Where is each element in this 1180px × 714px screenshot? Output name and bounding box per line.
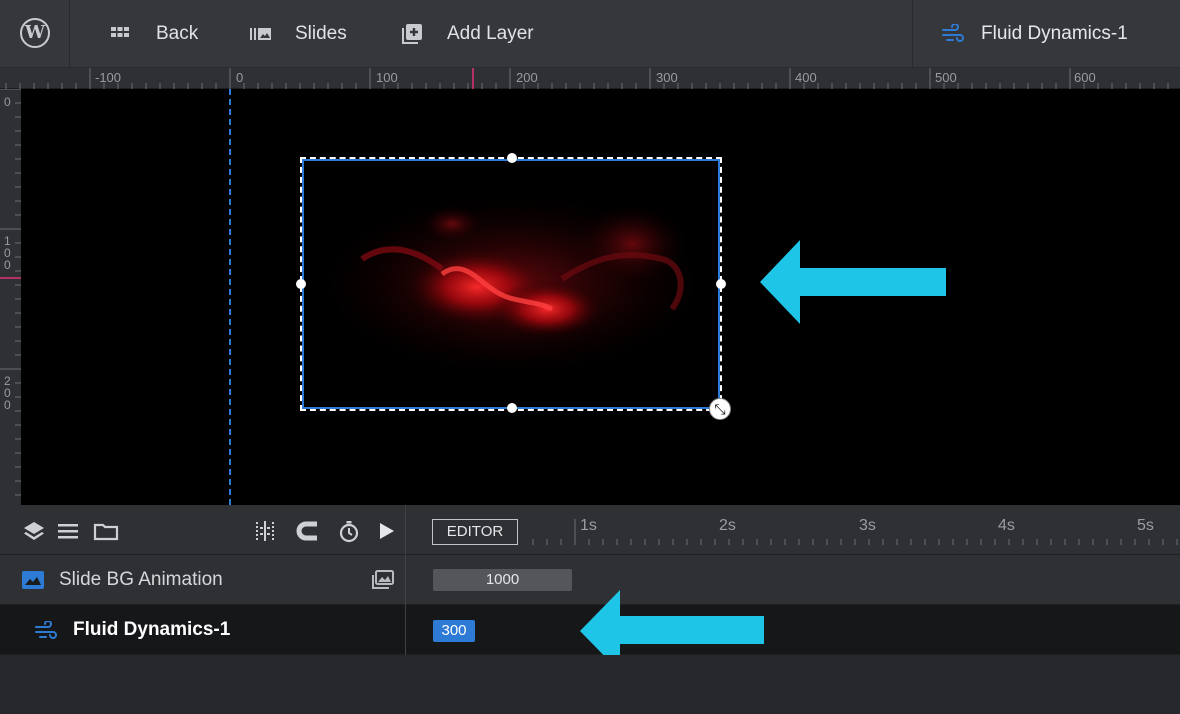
slides-button[interactable]: Slides xyxy=(249,0,347,68)
menu-icon[interactable] xyxy=(56,519,80,543)
wordpress-logo-area[interactable]: W xyxy=(0,0,70,68)
ruler-label-200: 200 xyxy=(516,70,538,85)
background-images-icon[interactable] xyxy=(372,570,394,590)
magnet-icon[interactable] xyxy=(295,519,319,543)
fluid-dynamics-layer-icon xyxy=(35,621,57,639)
duration-bar-slide-bg[interactable]: 1000 xyxy=(433,569,572,591)
current-layer-selector[interactable]: Fluid Dynamics-1 xyxy=(912,0,1180,68)
panel-divider xyxy=(405,505,406,655)
grid-icon xyxy=(111,27,129,37)
add-layer-icon xyxy=(402,24,422,44)
empty-layer-area xyxy=(0,655,1180,714)
ruler-label-500: 500 xyxy=(935,70,957,85)
slides-label: Slides xyxy=(295,23,347,44)
top-toolbar: W Back Slides Add Layer Fluid Dynamics-1 xyxy=(0,0,1180,68)
add-layer-button[interactable]: Add Layer xyxy=(401,0,534,68)
timeline-toolbar: EDITOR 1s 2s 3s 4s 5s xyxy=(0,505,1180,555)
layer-name-fluid-dynamics: Fluid Dynamics-1 xyxy=(73,619,231,640)
timeline-ruler xyxy=(532,519,1178,545)
folder-icon[interactable] xyxy=(93,519,119,543)
time-mark-2s: 2s xyxy=(719,517,736,534)
ruler-ticks xyxy=(5,68,1169,89)
duration-bar-fluid-dynamics[interactable]: 300 xyxy=(433,620,475,642)
layer-row-fluid-dynamics[interactable]: Fluid Dynamics-1 300 xyxy=(0,590,1180,672)
layers-icon[interactable] xyxy=(22,519,46,543)
ruler-v-label-100: 1 0 0 xyxy=(4,234,11,272)
wordpress-logo-icon[interactable]: W xyxy=(20,18,50,48)
ruler-label-0: 0 xyxy=(236,70,244,85)
layer-name-slide-bg: Slide BG Animation xyxy=(59,569,223,590)
horizontal-ruler: -100 0 100 200 300 400 500 600 xyxy=(0,68,1180,89)
ruler-label-300: 300 xyxy=(656,70,678,85)
scale-resize-icon[interactable]: ⤡ xyxy=(709,398,731,420)
resize-handle-top[interactable] xyxy=(507,153,517,163)
ruler-v-label-0: 0 xyxy=(4,95,11,109)
resize-handle-bottom[interactable] xyxy=(507,403,517,413)
stopwatch-icon[interactable] xyxy=(337,519,361,543)
vertical-ruler-ticks xyxy=(0,89,21,496)
image-icon xyxy=(22,571,44,589)
time-mark-4s: 4s xyxy=(998,517,1015,534)
back-label: Back xyxy=(156,23,199,44)
ruler-label-600: 600 xyxy=(1074,70,1096,85)
slide-left-guide xyxy=(229,89,231,505)
resize-handle-left[interactable] xyxy=(296,279,306,289)
ruler-label-minus100: -100 xyxy=(95,70,122,85)
back-button[interactable]: Back xyxy=(110,0,198,68)
time-mark-1s: 1s xyxy=(580,517,597,534)
resize-handle-right[interactable] xyxy=(716,279,726,289)
time-mark-3s: 3s xyxy=(859,517,876,534)
vertical-ruler: 0 1 0 0 2 0 0 xyxy=(0,89,21,505)
add-layer-label: Add Layer xyxy=(447,23,534,44)
ruler-label-400: 400 xyxy=(795,70,817,85)
ruler-v-label-200: 2 0 0 xyxy=(4,374,11,412)
time-mark-5s: 5s xyxy=(1137,517,1154,534)
play-icon[interactable] xyxy=(374,519,398,543)
slides-icon xyxy=(250,28,271,40)
ruler-label-100: 100 xyxy=(376,70,398,85)
current-layer-label: Fluid Dynamics-1 xyxy=(981,23,1128,44)
stage-canvas[interactable]: ⤡ xyxy=(21,89,1180,505)
fluid-dynamics-icon xyxy=(942,24,964,42)
annotation-arrow-canvas xyxy=(760,240,946,324)
fluid-smoke-graphic xyxy=(322,194,702,374)
editor-button[interactable]: EDITOR xyxy=(432,519,518,545)
fluid-dynamics-layer[interactable] xyxy=(296,153,726,413)
snap-columns-icon[interactable] xyxy=(253,519,277,543)
